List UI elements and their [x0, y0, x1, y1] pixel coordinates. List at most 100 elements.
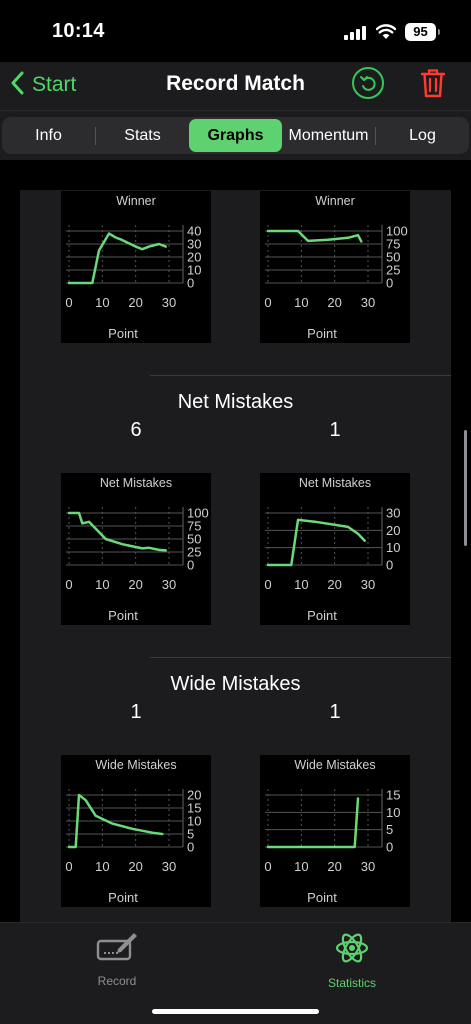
tab-record-label: Record	[97, 974, 137, 988]
y-tick-label: 0	[386, 558, 393, 573]
back-button-label: Start	[32, 73, 77, 96]
atom-icon	[335, 933, 369, 963]
y-tick-label: 0	[187, 558, 194, 573]
y-tick-label: 10	[187, 263, 201, 278]
y-tick-label: 5	[187, 827, 194, 842]
x-tick-label: 0	[65, 859, 72, 874]
x-axis-label: Point	[108, 326, 138, 341]
wide-mistakes-chart-team-2: Wide Mistakes 0 10 20 30 0 5 10 15 Point	[260, 755, 410, 907]
winner-chart-team-1: Winner 0 10 20 30 0 10 20 30 40 Point	[61, 191, 211, 343]
scroll-indicator[interactable]	[464, 430, 467, 546]
tab-statistics-label: Statistics	[327, 976, 376, 990]
trash-icon	[421, 69, 445, 98]
graphs-scroll-view[interactable]: Winner 0 10 20 30 0 10 20 30 40 Point Winner 0 10 20 3…	[0, 160, 471, 922]
chevron-left-icon	[10, 71, 24, 100]
x-axis-label: Point	[108, 890, 138, 905]
y-tick-label: 0	[187, 840, 194, 855]
wide-mistakes-chart-team-1: Wide Mistakes 0 10 20 30 0 5 10 15 20 Point	[61, 755, 211, 907]
x-axis-label: Point	[307, 608, 337, 623]
x-tick-label: 20	[327, 577, 341, 592]
home-indicator	[152, 1009, 319, 1014]
x-tick-label: 10	[95, 577, 109, 592]
x-tick-label: 20	[128, 295, 142, 310]
header-band	[0, 160, 471, 190]
signature-pad-icon	[96, 933, 137, 961]
x-tick-label: 0	[264, 295, 271, 310]
x-tick-label: 0	[65, 295, 72, 310]
tab-graphs[interactable]: Graphs	[189, 119, 282, 152]
section-divider	[150, 657, 451, 658]
x-tick-label: 30	[162, 577, 176, 592]
data-series-line	[266, 797, 360, 849]
segmented-control: Info Stats Graphs Momentum Log	[2, 117, 469, 154]
tab-info[interactable]: Info	[2, 117, 95, 154]
battery-icon: 95	[405, 23, 440, 41]
y-tick-label: 100	[386, 224, 408, 239]
chart-title: Net Mistakes	[100, 476, 172, 490]
navigation-bar: Start Record Match	[0, 62, 471, 110]
y-tick-label: 20	[386, 523, 400, 538]
y-tick-label: 0	[386, 276, 393, 291]
y-tick-label: 15	[386, 788, 400, 803]
undo-button[interactable]	[352, 67, 384, 99]
bottom-tab-bar: Record Statistics	[0, 922, 471, 1024]
back-button[interactable]: Start	[10, 70, 76, 100]
chart-title: Net Mistakes	[299, 476, 371, 490]
y-tick-label: 75	[386, 237, 400, 252]
x-tick-label: 10	[95, 859, 109, 874]
y-tick-label: 30	[386, 506, 400, 521]
x-tick-label: 30	[361, 859, 375, 874]
x-tick-label: 20	[327, 295, 341, 310]
chart-title: Winner	[315, 194, 355, 208]
status-bar: 10:14 95	[0, 0, 471, 62]
y-tick-label: 10	[187, 814, 201, 829]
x-axis-label: Point	[108, 608, 138, 623]
y-tick-label: 0	[386, 840, 393, 855]
x-tick-label: 0	[65, 577, 72, 592]
y-tick-label: 10	[386, 540, 400, 555]
wide-mistakes-title: Wide Mistakes	[170, 673, 301, 695]
y-tick-label: 20	[187, 788, 201, 803]
tab-bar: Info Stats Graphs Momentum Log	[0, 110, 471, 160]
x-tick-label: 20	[128, 859, 142, 874]
x-tick-label: 30	[361, 577, 375, 592]
y-tick-label: 25	[386, 263, 400, 278]
undo-arrow-icon	[360, 76, 376, 91]
y-tick-label: 40	[187, 224, 201, 239]
tab-momentum[interactable]: Momentum	[282, 117, 375, 154]
chart-title: Wide Mistakes	[294, 758, 375, 772]
section-divider	[150, 375, 451, 376]
x-tick-label: 20	[128, 577, 142, 592]
net-mistakes-value-team-2: 1	[329, 419, 341, 441]
y-tick-label: 30	[187, 237, 201, 252]
x-tick-label: 30	[162, 295, 176, 310]
y-tick-label: 100	[187, 506, 209, 521]
tab-stats[interactable]: Stats	[96, 117, 189, 154]
y-tick-label: 10	[386, 805, 400, 820]
y-tick-label: 5	[386, 822, 393, 837]
x-tick-label: 10	[294, 859, 308, 874]
x-tick-label: 0	[264, 859, 271, 874]
x-tick-label: 10	[294, 295, 308, 310]
tab-record[interactable]: Record	[57, 931, 177, 988]
y-tick-label: 0	[187, 276, 194, 291]
y-tick-label: 25	[187, 545, 201, 560]
wide-mistakes-value-team-1: 1	[130, 701, 142, 723]
y-tick-label: 50	[187, 532, 201, 547]
x-tick-label: 30	[361, 295, 375, 310]
x-tick-label: 10	[95, 295, 109, 310]
data-series-line	[67, 511, 167, 552]
status-time: 10:14	[52, 20, 105, 42]
x-tick-label: 0	[264, 577, 271, 592]
tab-statistics[interactable]: Statistics	[292, 931, 412, 990]
net-mistakes-chart-team-2: Net Mistakes 0 10 20 30 0 10 20 30 Point	[260, 473, 410, 625]
y-tick-label: 20	[187, 250, 201, 265]
net-mistakes-title: Net Mistakes	[177, 391, 294, 413]
x-axis-label: Point	[307, 326, 337, 341]
net-mistakes-value-team-1: 6	[130, 419, 142, 441]
tab-log[interactable]: Log	[376, 117, 469, 154]
net-mistakes-chart-team-1: Net Mistakes 0 10 20 30 0 25 50 75 100 Point	[61, 473, 211, 625]
data-series-line	[266, 518, 366, 567]
delete-button[interactable]	[420, 67, 446, 99]
cellular-signal-icon	[344, 26, 368, 40]
